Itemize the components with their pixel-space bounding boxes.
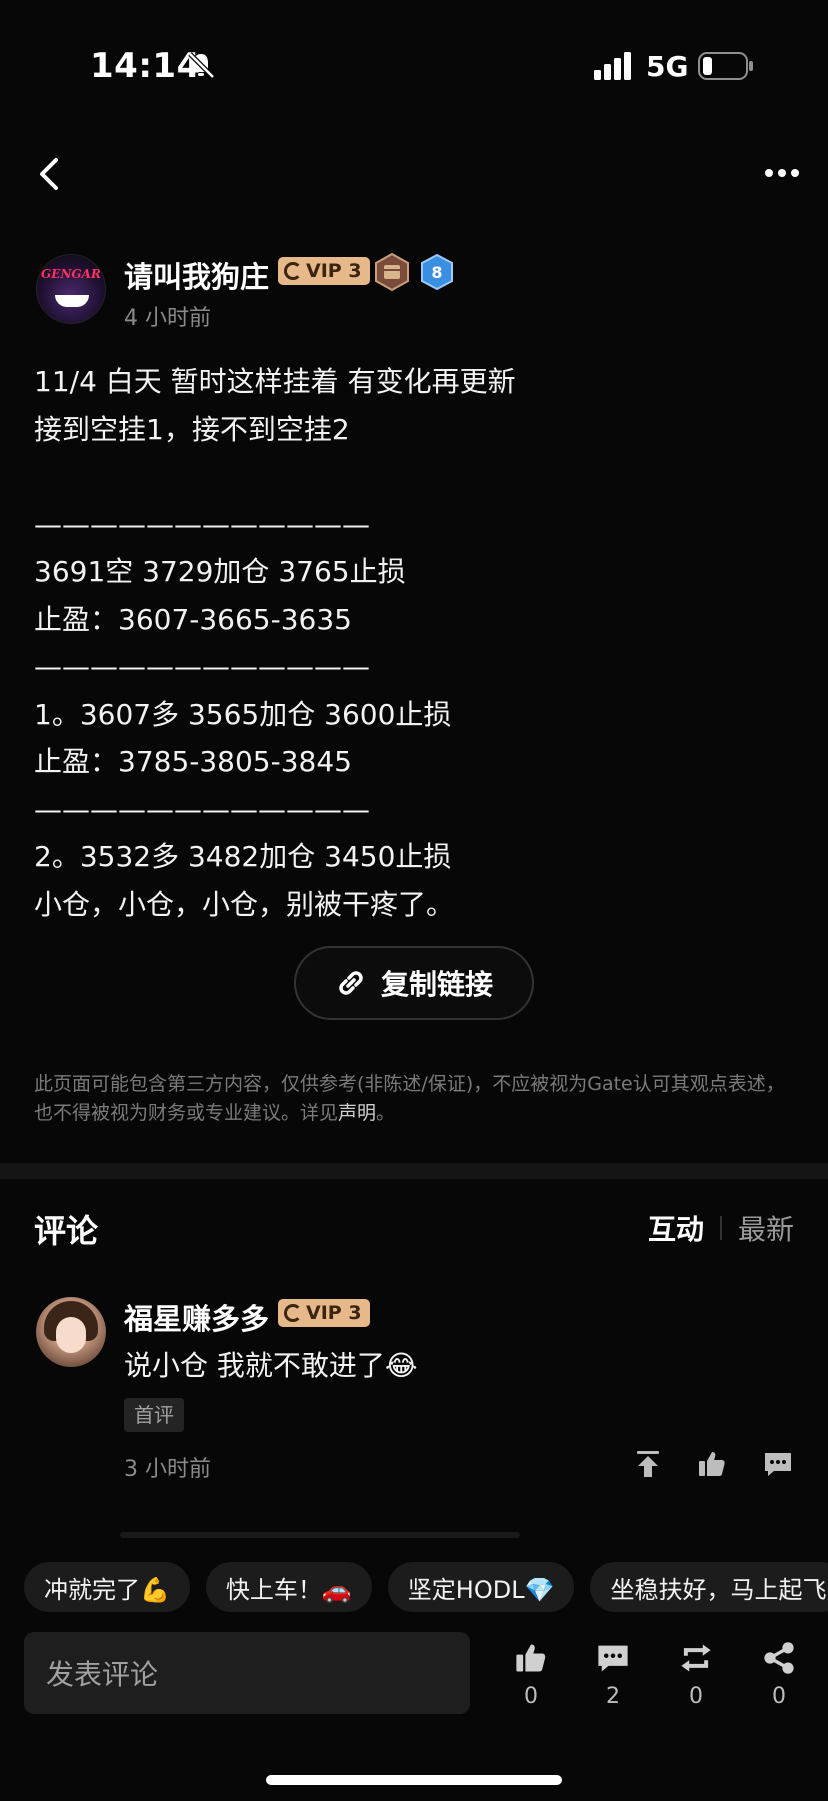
cellular-signal-icon [594, 52, 631, 80]
quick-reply-chip[interactable]: 快上车！🚗 [205, 1562, 372, 1612]
thumbs-up-icon [516, 1644, 546, 1672]
comment-input[interactable]: 发表评论 [24, 1632, 470, 1714]
comments-title: 评论 [34, 1212, 99, 1250]
status-bar: 14:14 5G [0, 0, 828, 135]
comment-reply-icon[interactable] [762, 1448, 794, 1480]
avatar-face [56, 1317, 86, 1353]
level-badge-icon: 8 [421, 254, 453, 290]
post-content: 11/4 白天 暂时这样挂着 有变化再更新 接到空挂1，接不到空挂2 —————… [34, 365, 516, 921]
copy-link-button[interactable]: 复制链接 [294, 946, 534, 1020]
repost-count: 0 [689, 1684, 703, 1709]
battery-icon [698, 52, 753, 80]
commenter-avatar[interactable] [36, 1297, 106, 1367]
share-icon [764, 1642, 794, 1674]
back-arrow-icon[interactable] [36, 156, 62, 192]
disclaimer-text: 此页面可能包含第三方内容，仅供参考(非陈述/保证)，不应被视为Gate认可其观点… [34, 1073, 785, 1124]
sort-interactive-tab[interactable]: 互动 [648, 1208, 704, 1248]
sort-separator [719, 1216, 722, 1240]
quick-reply-chip[interactable]: 冲就完了💪 [24, 1562, 190, 1612]
like-count: 0 [524, 1684, 538, 1709]
author-name[interactable]: 请叫我狗庄 [124, 254, 269, 296]
quick-reply-chip[interactable]: 坚定HODL💎 [387, 1562, 575, 1612]
status-time: 14:14 [90, 46, 201, 86]
silent-bell-icon [188, 52, 215, 79]
repost-icon [681, 1644, 711, 1672]
comment-button[interactable]: 2 [588, 1640, 638, 1709]
avatar-grin [55, 295, 89, 307]
quick-reply-chip[interactable]: 坐稳扶好，马上起飞 [590, 1562, 828, 1612]
sort-latest-tab[interactable]: 最新 [738, 1208, 794, 1248]
disclaimer: 此页面可能包含第三方内容，仅供参考(非陈述/保证)，不应被视为Gate认可其观点… [34, 1070, 794, 1128]
gate-logo-icon [284, 1304, 302, 1322]
vip-badge: VIP 3 [278, 257, 370, 285]
top-nav [0, 150, 828, 200]
copy-link-label: 复制链接 [380, 968, 493, 1001]
rank-box-badge-icon [375, 252, 409, 292]
like-button[interactable]: 0 [506, 1640, 556, 1709]
section-divider [0, 1163, 828, 1179]
share-count: 0 [772, 1684, 786, 1709]
comment-sort: 互动 最新 [648, 1208, 794, 1248]
network-type: 5G [646, 50, 689, 83]
pin-to-top-icon[interactable] [632, 1448, 664, 1480]
commenter-name[interactable]: 福星赚多多 [124, 1296, 269, 1338]
comment-time: 3 小时前 [124, 1457, 211, 1482]
quick-reply-row: 冲就完了💪 快上车！🚗 坚定HODL💎 坐稳扶好，马上起飞 [24, 1562, 828, 1612]
gate-logo-icon [284, 262, 302, 280]
post-time: 4 小时前 [124, 306, 211, 331]
first-comment-tag: 首评 [124, 1398, 184, 1432]
comment-count: 2 [606, 1684, 620, 1709]
level-number: 8 [431, 263, 442, 282]
comment-bubble-icon [598, 1645, 628, 1672]
avatar-logo-text: GENGAR [41, 267, 101, 281]
vip-label: VIP 3 [306, 260, 362, 282]
commenter-vip-badge: VIP 3 [278, 1299, 370, 1327]
home-indicator [266, 1775, 562, 1785]
share-button[interactable]: 0 [754, 1640, 804, 1709]
author-avatar[interactable]: GENGAR [36, 254, 106, 324]
comment-text: 说小仓 我就不敢进了😂 [124, 1349, 418, 1382]
disclaimer-link[interactable]: 声明 [338, 1102, 376, 1124]
link-icon [339, 971, 363, 995]
next-comment-peek [120, 1532, 520, 1538]
comment-like-icon[interactable] [696, 1448, 728, 1480]
more-options-icon[interactable] [764, 168, 800, 178]
disclaimer-end: 。 [376, 1102, 396, 1124]
vip-label: VIP 3 [306, 1302, 362, 1324]
repost-button[interactable]: 0 [671, 1640, 721, 1709]
